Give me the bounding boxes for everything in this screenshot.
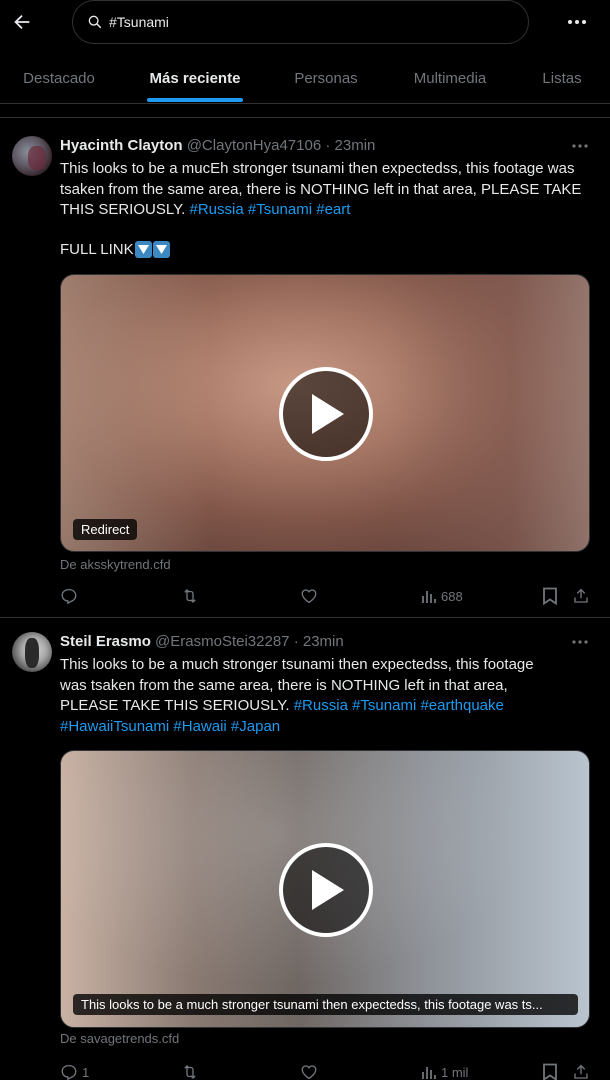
more-horizontal-icon: [568, 20, 586, 24]
tweet-header: Hyacinth Clayton @ClaytonHya47106 · 23mi…: [60, 137, 375, 154]
like-button[interactable]: [300, 584, 318, 608]
bookmark-icon: [543, 1063, 557, 1080]
link-source[interactable]: De savagetrends.cfd: [60, 1031, 179, 1046]
search-input[interactable]: [109, 14, 489, 30]
tweet-actions: 688: [60, 584, 596, 608]
reply-count: 1: [82, 1064, 90, 1080]
video-player[interactable]: This looks to be a much stronger tsunami…: [60, 750, 590, 1028]
retweet-button[interactable]: [180, 1060, 200, 1080]
media-caption-badge: This looks to be a much stronger tsunami…: [73, 994, 578, 1015]
heart-icon: [301, 589, 317, 604]
bookmark-button[interactable]: [542, 1060, 558, 1080]
tab-personas[interactable]: Personas: [280, 52, 372, 104]
retweet-button[interactable]: [180, 584, 200, 608]
tab-label: Más reciente: [149, 69, 241, 87]
video-player[interactable]: Redirect: [60, 274, 590, 552]
tweet[interactable]: Steil Erasmo @ErasmoStei32287 · 23min Th…: [0, 618, 610, 1080]
tweet[interactable]: Hyacinth Clayton @ClaytonHya47106 · 23mi…: [0, 118, 610, 618]
back-button[interactable]: [8, 6, 36, 38]
search-box[interactable]: [72, 0, 529, 44]
down-arrow-emoji-icon: [152, 241, 170, 258]
tab-label: Multimedia: [413, 69, 487, 87]
down-arrow-emoji-icon: [134, 241, 152, 258]
hashtag[interactable]: #eart: [316, 201, 350, 218]
views-bar-icon: [422, 591, 436, 603]
reply-icon: [61, 1064, 77, 1080]
full-link-text: FULL LINK: [60, 241, 134, 258]
search-tabs: Destacado Más reciente Personas Multimed…: [0, 52, 610, 104]
author-handle[interactable]: @ClaytonHya47106: [187, 137, 321, 154]
tab-listas[interactable]: Listas: [530, 52, 594, 104]
tweet-header: Steil Erasmo @ErasmoStei32287 · 23min: [60, 633, 344, 650]
full-link-line: FULL LINK: [60, 241, 170, 258]
views-count: 688: [441, 588, 463, 604]
reply-button[interactable]: [60, 584, 78, 608]
hashtag[interactable]: #Russia: [190, 201, 244, 218]
tab-label: Destacado: [23, 69, 95, 87]
more-horizontal-icon: [572, 144, 588, 148]
avatar[interactable]: [12, 136, 52, 176]
avatar[interactable]: [12, 632, 52, 672]
tweet-time[interactable]: · 23min: [294, 633, 344, 650]
tweet-actions: 1 1 mil: [60, 1060, 596, 1080]
hashtag[interactable]: #HawaiiTsunami: [60, 718, 169, 735]
author-handle[interactable]: @ErasmoStei32287: [155, 633, 289, 650]
heart-icon: [301, 1065, 317, 1080]
link-source[interactable]: De aksskytrend.cfd: [60, 557, 171, 572]
search-icon: [87, 13, 105, 31]
play-button[interactable]: [279, 367, 373, 461]
tab-mas-reciente[interactable]: Más reciente: [128, 52, 262, 104]
retweet-icon: [184, 1065, 196, 1079]
reply-button[interactable]: 1: [60, 1060, 89, 1080]
bookmark-button[interactable]: [542, 584, 558, 608]
tweet-text: This looks to be a mucEh stronger tsunam…: [60, 159, 596, 221]
media-blur-overlay: [391, 275, 589, 551]
hashtag[interactable]: #Hawaii: [173, 718, 226, 735]
share-button[interactable]: [572, 1060, 590, 1080]
reply-icon: [61, 588, 77, 605]
play-icon: [312, 394, 344, 434]
tab-label: Listas: [542, 69, 582, 87]
media-badge: Redirect: [73, 519, 138, 540]
tweet-more-button[interactable]: [568, 136, 592, 156]
more-options-button[interactable]: [560, 8, 594, 36]
share-icon: [574, 1064, 588, 1079]
arrow-left-icon: [14, 14, 30, 30]
tab-label: Personas: [294, 69, 358, 87]
tab-destacado[interactable]: Destacado: [8, 52, 110, 104]
author-name[interactable]: Hyacinth Clayton: [60, 137, 183, 154]
hashtag[interactable]: #Tsunami: [248, 201, 312, 218]
more-horizontal-icon: [572, 640, 588, 644]
tweet-time[interactable]: · 23min: [325, 137, 375, 154]
share-icon: [574, 588, 588, 603]
retweet-icon: [184, 589, 196, 603]
like-button[interactable]: [300, 1060, 318, 1080]
hashtag[interactable]: #Tsunami: [352, 697, 416, 714]
play-icon: [312, 870, 344, 910]
tab-multimedia[interactable]: Multimedia: [396, 52, 504, 104]
hashtag[interactable]: #Russia: [294, 697, 348, 714]
active-tab-indicator: [147, 98, 243, 102]
author-name[interactable]: Steil Erasmo: [60, 633, 151, 650]
tweet-text: This looks to be a much stronger tsunami…: [60, 655, 540, 737]
hashtag[interactable]: #Japan: [231, 718, 280, 735]
views-button[interactable]: 688: [421, 584, 463, 608]
media-blur-overlay: [61, 275, 211, 551]
bookmark-icon: [543, 587, 557, 605]
tweet-more-button[interactable]: [568, 632, 592, 652]
views-button[interactable]: 1 mil: [421, 1060, 468, 1080]
play-button[interactable]: [279, 843, 373, 937]
previous-tweet-edge: [0, 104, 610, 118]
hashtag[interactable]: #earthquake: [420, 697, 503, 714]
share-button[interactable]: [572, 584, 590, 608]
views-count: 1 mil: [441, 1064, 469, 1080]
top-bar: [0, 0, 610, 44]
views-bar-icon: [422, 1067, 436, 1079]
